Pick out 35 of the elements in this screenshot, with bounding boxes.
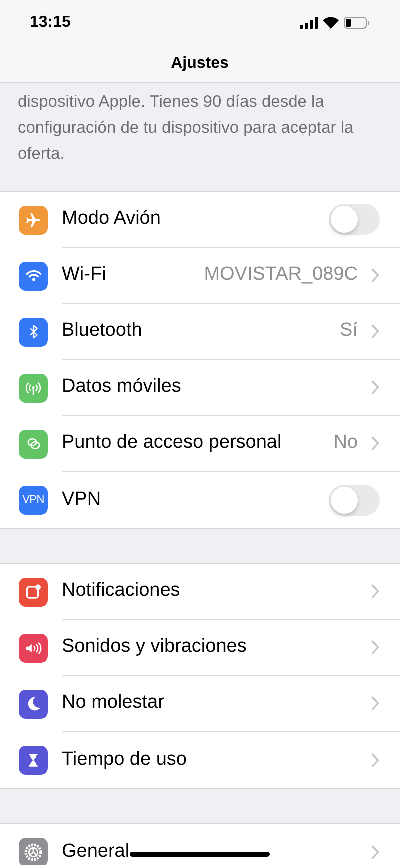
setting-label[interactable]: Punto de acceso personal: [62, 429, 282, 458]
signal-icon: [300, 17, 318, 29]
setting-label[interactable]: No molestar: [62, 689, 164, 718]
notice-text: dispositivo Apple. Tienes 90 días desde la configuración de tu dispositivo para aceptar la oferta.: [18, 92, 355, 165]
chevron-icon: [371, 584, 380, 599]
setting-label[interactable]: VPN: [62, 486, 102, 514]
gear-icon: [23, 842, 44, 862]
setting-label[interactable]: Notificaciones: [62, 577, 180, 606]
setting-label[interactable]: Wi-Fi: [62, 261, 106, 290]
chevron-icon: [371, 380, 380, 395]
setting-label[interactable]: Sonidos y vibraciones: [62, 633, 247, 662]
toggle-switch[interactable]: [329, 484, 380, 516]
notification-icon: [24, 582, 43, 602]
setting-label[interactable]: Bluetooth: [62, 317, 142, 346]
setting-label[interactable]: Datos móviles: [62, 373, 182, 402]
setting-value: No: [334, 431, 358, 456]
chevron-icon: [371, 268, 380, 283]
toggle-switch[interactable]: [329, 204, 380, 235]
battery-icon: [344, 17, 370, 29]
chevron-icon: [371, 436, 380, 451]
setting-label[interactable]: Tiempo de uso: [62, 746, 187, 774]
setting-label[interactable]: General: [62, 838, 130, 865]
chevron-icon: [371, 696, 380, 711]
nav-title: Ajustes: [171, 54, 229, 74]
status-time: 13:15: [30, 13, 71, 33]
wifi-icon: [323, 17, 339, 29]
chevron-icon: [371, 844, 380, 860]
setting-value: MOVISTAR_089C: [204, 263, 358, 288]
chevron-icon: [371, 752, 380, 768]
airplane-icon: [24, 210, 43, 230]
setting-value: Sí: [340, 319, 358, 344]
vpn-icon: VPN: [22, 494, 44, 506]
chevron-icon: [371, 324, 380, 339]
chevron-icon: [371, 640, 380, 655]
setting-label[interactable]: Modo Avión: [62, 205, 161, 234]
